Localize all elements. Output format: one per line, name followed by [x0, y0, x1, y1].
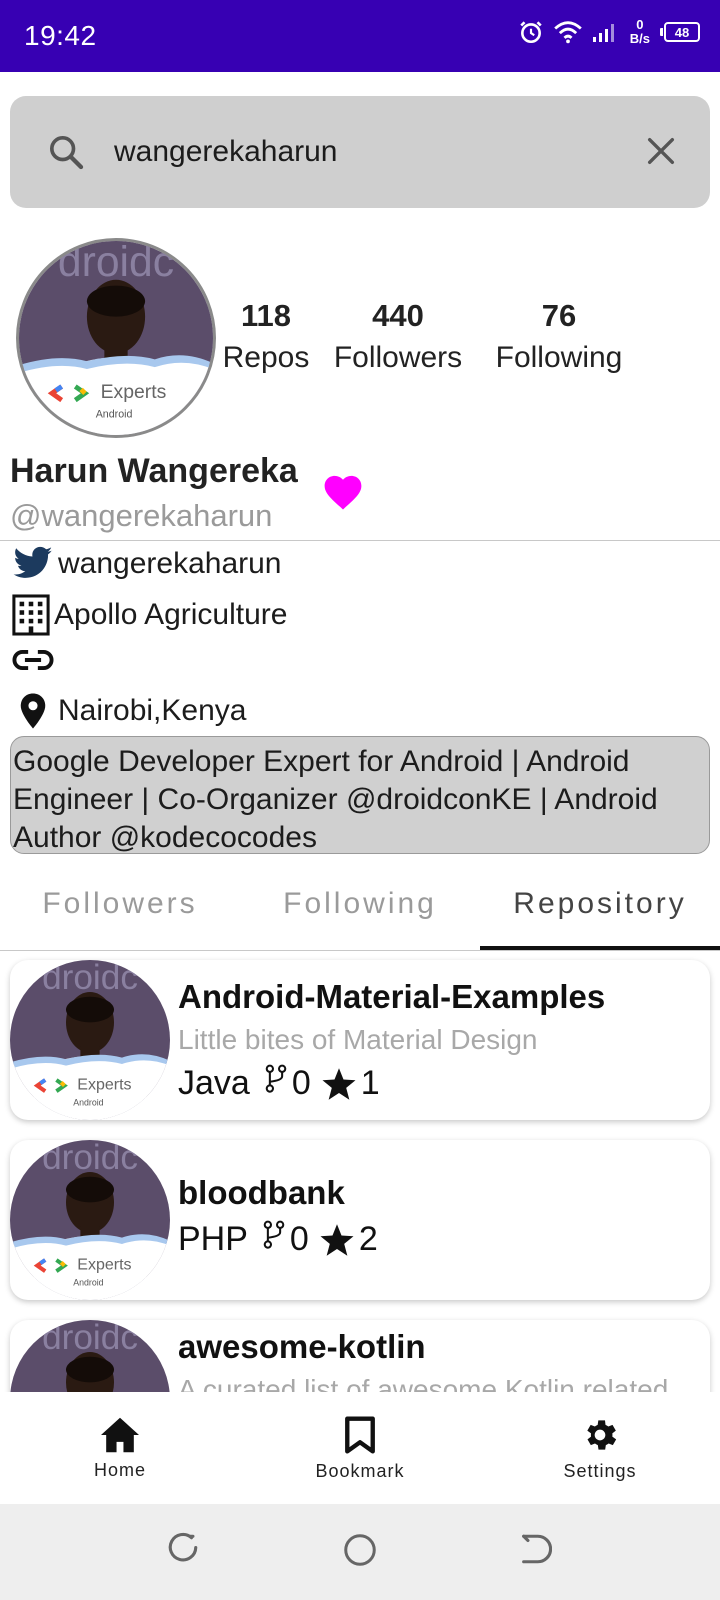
network-speed: 0 B/s: [630, 18, 650, 46]
avatar-badge-text: Experts: [77, 1257, 131, 1274]
nav-bookmark-label: Bookmark: [315, 1460, 405, 1481]
network-speed-value: 0: [636, 17, 644, 32]
repo-forks: 0: [289, 1220, 309, 1258]
repo-language: Java: [178, 1064, 250, 1102]
repo-forks: 0: [291, 1064, 311, 1102]
bookmark-icon: [345, 1415, 375, 1454]
tab-repository[interactable]: Repository: [480, 856, 720, 952]
repo-name: bloodbank: [178, 1174, 345, 1211]
battery-level: 48: [664, 22, 700, 42]
repo-meta: PHP 0 2: [178, 1220, 388, 1259]
repo-owner-avatar: Experts Android: [10, 960, 170, 1120]
nav-home[interactable]: Home: [0, 1392, 240, 1504]
tab-followers[interactable]: Followers: [0, 856, 240, 952]
gear-icon: [587, 1419, 617, 1450]
stat-following[interactable]: 76 Following: [484, 296, 634, 380]
repo-list[interactable]: Experts Android Android-Material-Example…: [0, 952, 720, 1392]
home-icon: [101, 1417, 139, 1452]
repo-card[interactable]: Experts Android bloodbank PHP 0 2: [10, 1140, 710, 1300]
divider: [0, 540, 720, 541]
star-icon: [322, 1067, 356, 1100]
back-icon[interactable]: [518, 1532, 552, 1566]
repo-owner-avatar: [10, 1320, 170, 1392]
fork-icon: [265, 1064, 287, 1093]
battery-icon: 48: [660, 22, 700, 42]
repo-stars: 1: [360, 1064, 380, 1102]
repo-card[interactable]: awesome-kotlin A curated list of awesome…: [10, 1320, 710, 1392]
signal-icon: [592, 24, 614, 42]
avatar-badge-sub: Android: [96, 409, 133, 421]
status-bar: 19:42 0 B/s 48: [0, 0, 720, 72]
stat-repos[interactable]: 118 Repos: [218, 296, 314, 380]
profile-name: Harun Wangereka: [10, 452, 298, 490]
search-input[interactable]: [114, 126, 614, 178]
fork-icon: [263, 1220, 285, 1249]
bio-text: Google Developer Expert for Android | An…: [10, 736, 710, 854]
location-pin-icon: [20, 693, 46, 729]
repo-card[interactable]: Experts Android Android-Material-Example…: [10, 960, 710, 1120]
avatar-badge-text: Experts: [77, 1077, 131, 1094]
wifi-icon: [553, 21, 582, 44]
search-icon[interactable]: [46, 132, 86, 172]
building-icon: [12, 594, 50, 636]
status-icons: 0 B/s 48: [518, 18, 700, 46]
stat-repos-label: Repos: [222, 341, 310, 374]
info-company: Apollo Agriculture: [12, 594, 287, 636]
search-bar[interactable]: [10, 96, 710, 208]
profile-handle: @wangerekaharun: [10, 498, 273, 533]
repo-description: Little bites of Material Design: [178, 1024, 538, 1055]
twitter-handle: wangerekaharun: [58, 547, 282, 580]
status-time: 19:42: [24, 20, 97, 51]
recent-apps-icon[interactable]: [166, 1532, 200, 1566]
location-text: Nairobi,Kenya: [58, 694, 247, 727]
repo-language: PHP: [178, 1220, 248, 1258]
info-location: Nairobi,Kenya: [12, 690, 246, 732]
close-icon[interactable]: [644, 134, 678, 168]
avatar-badge-sub: Android: [73, 1278, 103, 1288]
stat-repos-count: 118: [240, 298, 291, 333]
repo-description: A curated list of awesome Kotlin related: [178, 1374, 669, 1392]
home-button-icon[interactable]: [342, 1532, 378, 1568]
divider: [0, 950, 720, 951]
network-speed-unit: B/s: [629, 31, 650, 46]
system-navigation-bar: [0, 1504, 720, 1600]
heart-icon[interactable]: [322, 472, 364, 512]
alarm-icon: [520, 21, 542, 44]
info-twitter[interactable]: wangerekaharun: [12, 546, 282, 582]
nav-settings-label: Settings: [563, 1460, 637, 1481]
stat-followers-label: Followers: [333, 341, 463, 374]
stat-following-label: Following: [495, 341, 623, 374]
nav-bookmark[interactable]: Bookmark: [240, 1392, 480, 1504]
twitter-icon: [13, 546, 53, 578]
repo-owner-avatar: Experts Android: [10, 1140, 170, 1300]
repo-name: Android-Material-Examples: [178, 978, 606, 1015]
tab-following[interactable]: Following: [240, 856, 480, 952]
repo-meta: Java 0 1: [178, 1064, 390, 1103]
bottom-navigation: Home Bookmark Settings: [0, 1392, 720, 1504]
nav-home-label: Home: [93, 1459, 146, 1480]
company-name: Apollo Agriculture: [54, 598, 288, 631]
repo-stars: 2: [358, 1220, 378, 1258]
profile-tabs: Followers Following Repository: [0, 856, 720, 952]
info-website[interactable]: [12, 646, 58, 674]
stat-followers-count: 440: [372, 298, 424, 333]
profile-avatar: Experts Android: [16, 238, 216, 438]
stat-following-count: 76: [541, 298, 577, 333]
nav-settings[interactable]: Settings: [480, 1392, 720, 1504]
stat-followers[interactable]: 440 Followers: [326, 296, 470, 380]
repo-name: awesome-kotlin: [178, 1328, 426, 1365]
avatar-badge-sub: Android: [73, 1098, 103, 1108]
link-icon: [12, 649, 54, 671]
avatar-image: Experts Android: [19, 241, 213, 435]
avatar-badge-text: Experts: [101, 381, 167, 403]
star-icon: [320, 1223, 354, 1256]
